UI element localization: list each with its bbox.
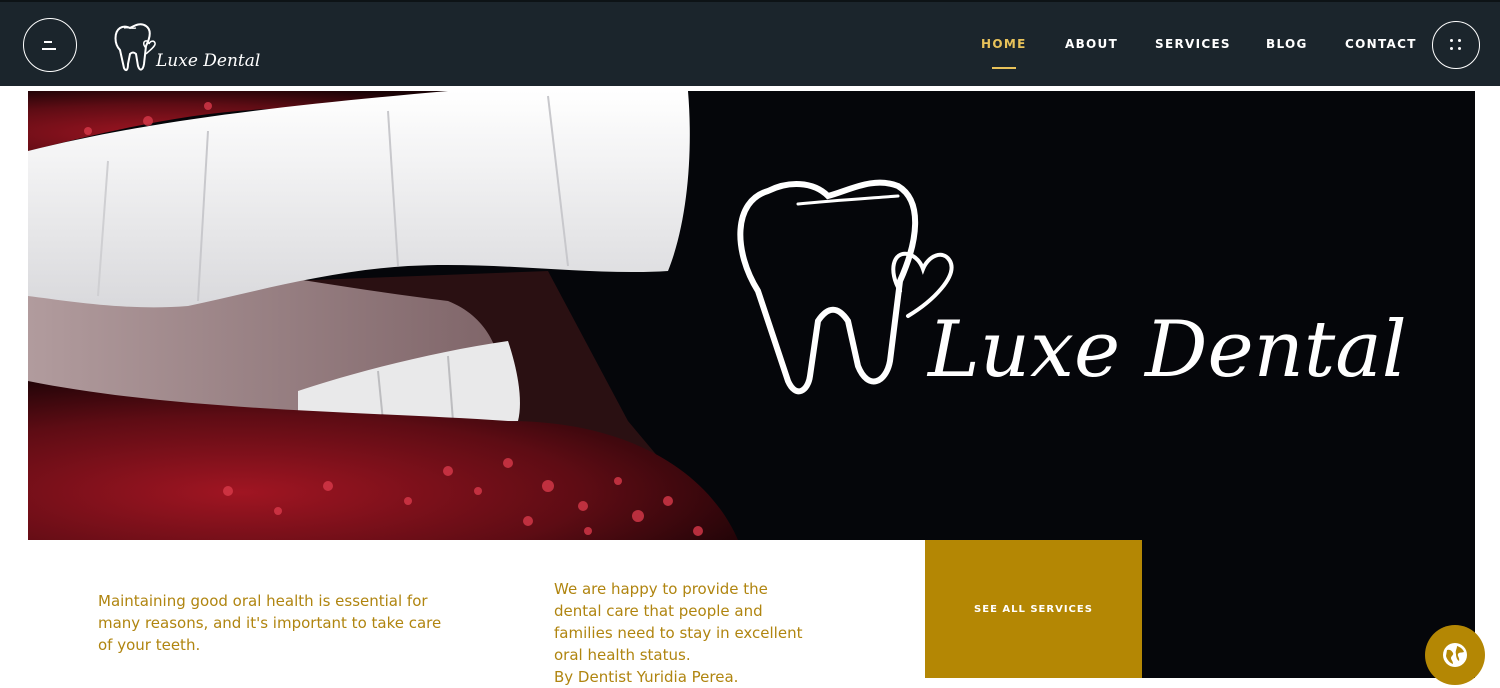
nav-contact[interactable]: CONTACT [1345,37,1417,51]
grid-dot-icon [1450,39,1453,42]
nav-services[interactable]: SERVICES [1155,37,1231,51]
nav-active-indicator [992,67,1016,69]
see-all-services-button[interactable]: SEE ALL SERVICES [925,540,1142,678]
grid-dot-icon [1458,39,1461,42]
apps-grid-button[interactable] [1432,21,1480,69]
hero-tooth-icon [737,179,954,395]
language-button[interactable] [1425,625,1485,685]
globe-icon [1443,643,1467,667]
intro-text: Maintaining good oral health is essentia… [98,592,442,654]
quote-line: families need to stay in excellent [554,624,803,642]
quote-text: We are happy to provide the dental care … [554,578,854,688]
site-header: Luxe Dental HOME ABOUT SERVICES BLOG CON… [0,0,1500,86]
info-section: Maintaining good oral health is essentia… [28,540,925,686]
hero-banner: Luxe Dental [28,91,1475,540]
nav-about[interactable]: ABOUT [1065,37,1118,51]
hero-logo-text: Luxe Dental [926,305,1407,395]
hero-image: Luxe Dental [28,91,1407,540]
quote-line: oral health status. [554,646,691,664]
main-nav: HOME ABOUT SERVICES BLOG CONTACT [0,37,1500,69]
nav-home[interactable]: HOME [981,37,1027,51]
quote-author: By Dentist Yuridia Perea. [554,668,739,686]
quote-line: We are happy to provide the [554,580,768,598]
grid-dot-icon [1458,47,1461,50]
quote-line: dental care that people and [554,602,763,620]
nav-blog[interactable]: BLOG [1266,37,1308,51]
grid-dot-icon [1450,47,1453,50]
